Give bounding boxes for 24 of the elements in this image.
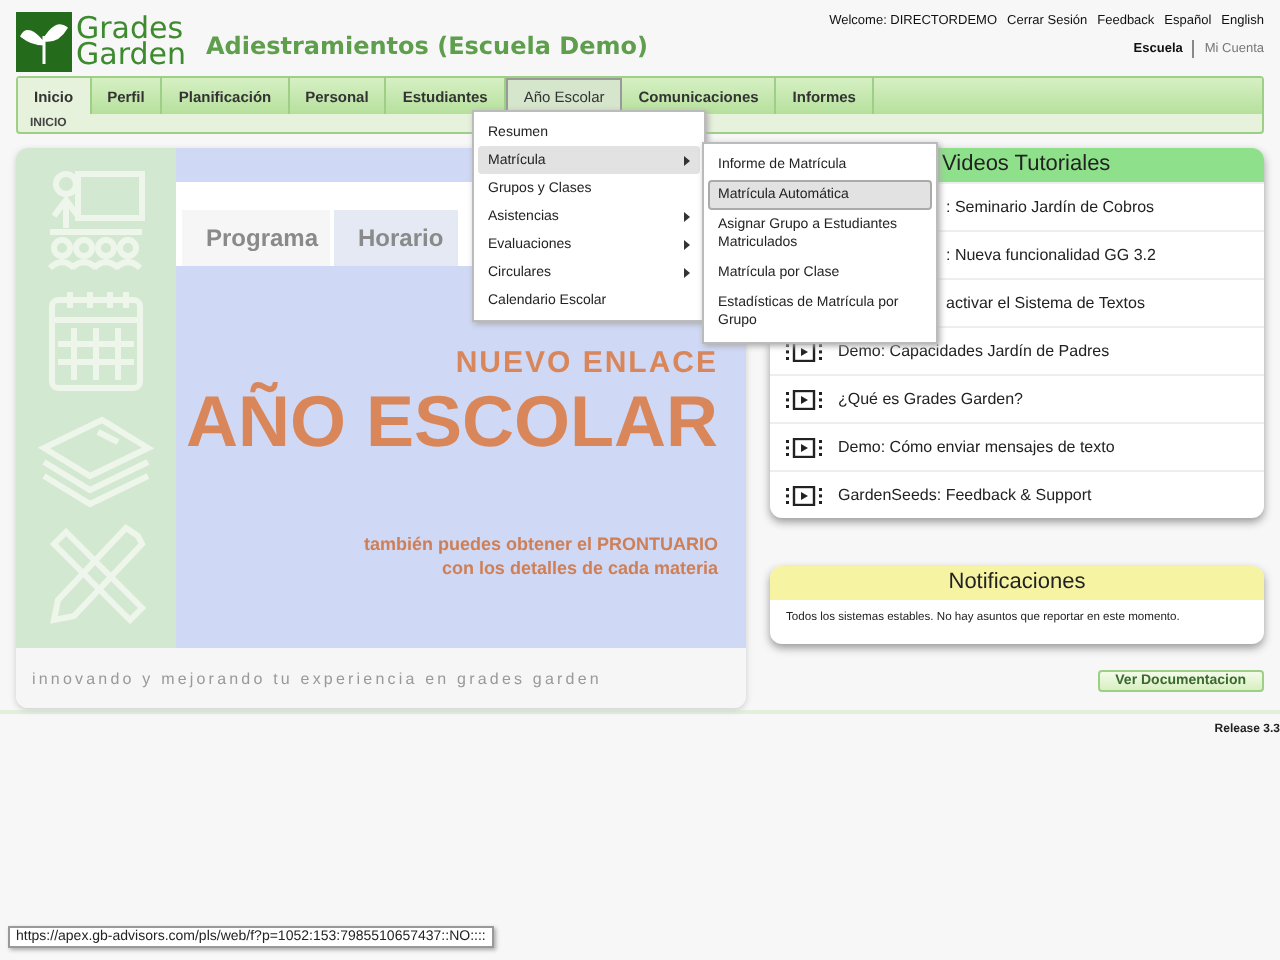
video-link[interactable]: : Seminario Jardín de Cobros xyxy=(946,198,1155,216)
video-link[interactable]: : Nueva funcionalidad GG 3.2 xyxy=(946,246,1156,264)
teacher-icon xyxy=(46,168,146,272)
video-icon xyxy=(786,341,822,361)
video-link[interactable]: activar el Sistema de Textos xyxy=(946,294,1145,312)
video-icon xyxy=(786,437,822,457)
video-link[interactable]: Demo: Cómo enviar mensajes de texto xyxy=(838,438,1115,456)
video-icon xyxy=(786,485,822,505)
logo-icon xyxy=(16,12,72,72)
video-link[interactable]: Demo: Capacidades Jardín de Padres xyxy=(838,342,1110,360)
banner-subtitle: también puedes obtener el PRONTUARIO xyxy=(363,532,718,556)
logo-text: Grades xyxy=(76,16,186,42)
banner-subtitle: con los detalles de cada materia xyxy=(441,556,718,580)
logo-text: Garden xyxy=(76,42,186,68)
page-title: Adiestramientos (Escuela Demo) xyxy=(205,32,648,60)
video-link[interactable]: ¿Qué es Grades Garden? xyxy=(838,390,1023,408)
panel-title: Notificaciones xyxy=(770,566,1264,600)
banner-kicker: NUEVO ENLACE xyxy=(455,346,718,380)
ruler-pencil-icon xyxy=(46,524,146,628)
calendar-icon xyxy=(46,288,146,392)
banner-tagline: innovando y mejorando tu experiencia en grades garden xyxy=(32,669,602,687)
video-link[interactable]: GardenSeeds: Feedback & Support xyxy=(838,486,1092,504)
video-icon xyxy=(786,389,822,409)
banner-headline: AÑO ESCOLAR xyxy=(185,380,718,464)
